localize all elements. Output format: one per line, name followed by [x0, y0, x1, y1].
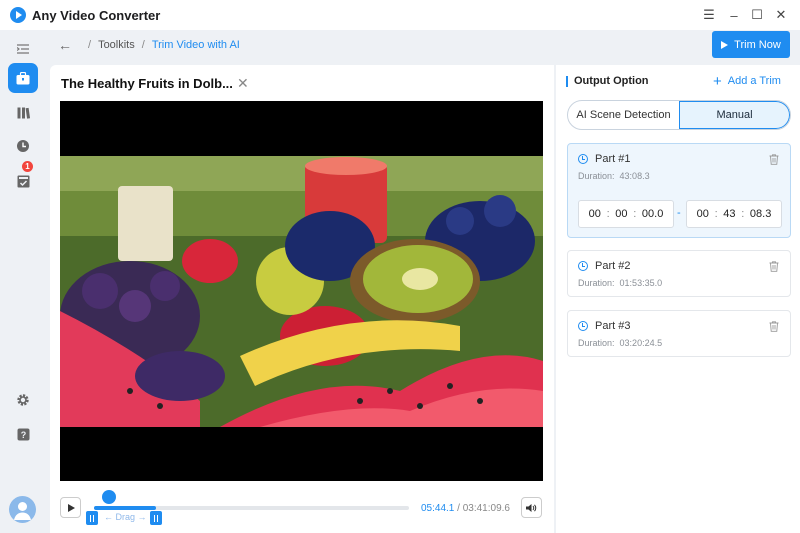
breadcrumb-current: Trim Video with AI	[151, 39, 240, 51]
toolkit-icon[interactable]	[8, 63, 38, 93]
trim-now-button[interactable]: Trim Now	[712, 31, 790, 58]
play-icon	[721, 40, 729, 49]
ai-scene-detection-tab[interactable]: AI Scene Detection	[568, 101, 679, 129]
time-separator: /	[454, 503, 463, 514]
add-trim-button[interactable]: + Add a Trim	[713, 72, 781, 90]
part-duration: Duration: 01:53:35.0	[578, 278, 663, 288]
app-logo-icon	[10, 7, 26, 23]
timeline-selection	[94, 506, 156, 510]
current-time: 05:44.1	[421, 503, 455, 514]
end-time-input[interactable]: 00:43:08.3	[686, 200, 782, 228]
trim-end-handle[interactable]	[149, 511, 162, 525]
play-icon	[68, 503, 75, 512]
trim-start-handle[interactable]	[86, 511, 98, 525]
play-button[interactable]	[60, 497, 81, 518]
tasks-icon[interactable]	[8, 166, 38, 196]
trim-part[interactable]: Part #1 Duration: 43:08.3 00:00:00.0 - 0…	[567, 143, 791, 238]
video-title: The Healthy Fruits in Dolb...	[61, 76, 233, 91]
library-icon[interactable]	[8, 98, 38, 128]
breadcrumb-toolkits[interactable]: Toolkits	[98, 39, 135, 51]
trash-icon[interactable]	[769, 321, 779, 332]
trim-part[interactable]: Part #3 Duration: 03:20:24.5	[567, 310, 791, 357]
minimize-button[interactable]: –	[723, 5, 745, 25]
collapse-sidebar-icon[interactable]	[8, 34, 38, 64]
part-duration: Duration: 03:20:24.5	[578, 338, 663, 348]
part-duration: Duration: 43:08.3	[578, 171, 650, 181]
part-name: Part #3	[595, 320, 631, 332]
clock-icon	[578, 154, 588, 164]
volume-button[interactable]	[521, 497, 542, 518]
drag-hint: ← Drag →	[104, 512, 147, 522]
title-bar: Any Video Converter ☰ – ☐ ✕	[0, 0, 800, 30]
fruit-video-frame	[60, 101, 543, 481]
history-icon[interactable]	[8, 131, 38, 161]
sidebar: 1 ?	[0, 30, 46, 533]
playhead-knob[interactable]	[101, 490, 116, 504]
close-video-icon[interactable]: ✕	[237, 75, 249, 92]
range-separator: -	[677, 207, 681, 219]
breadcrumb: ← / Toolkits / Trim Video with AI	[58, 38, 240, 52]
close-window-button[interactable]: ✕	[770, 5, 792, 25]
time-range: 00:00:00.0 - 00:43:08.3	[578, 200, 783, 228]
trim-now-label: Trim Now	[734, 38, 781, 51]
plus-icon: +	[713, 72, 722, 90]
output-title: Output Option	[566, 76, 649, 87]
video-panel: The Healthy Fruits in Dolb... ✕ ← Drag →…	[50, 65, 554, 533]
breadcrumb-separator: /	[141, 39, 145, 51]
trash-icon[interactable]	[769, 154, 779, 165]
part-name: Part #2	[595, 260, 631, 272]
back-arrow-icon[interactable]: ←	[58, 38, 72, 52]
help-icon[interactable]: ?	[8, 419, 38, 449]
breadcrumb-separator: /	[88, 39, 92, 51]
mode-toggle: AI Scene Detection Manual	[567, 100, 791, 130]
menu-icon[interactable]: ☰	[698, 5, 720, 25]
output-panel: Output Option + Add a Trim AI Scene Dete…	[556, 65, 800, 533]
total-time: 03:41:09.6	[462, 503, 510, 514]
speaker-icon	[526, 503, 537, 512]
part-name: Part #1	[595, 153, 631, 165]
svg-text:?: ?	[20, 430, 26, 440]
add-trim-label: Add a Trim	[727, 75, 781, 87]
manual-tab[interactable]: Manual	[678, 101, 790, 129]
settings-icon[interactable]	[8, 385, 38, 415]
timeline-track[interactable]	[94, 506, 409, 510]
user-avatar[interactable]	[9, 496, 36, 523]
start-time-input[interactable]: 00:00:00.0	[578, 200, 674, 228]
clock-icon	[578, 261, 588, 271]
app-title: Any Video Converter	[32, 8, 161, 23]
video-preview[interactable]	[60, 101, 543, 481]
maximize-button[interactable]: ☐	[746, 5, 768, 25]
trash-icon[interactable]	[769, 261, 779, 272]
time-readout: 05:44.1 / 03:41:09.6	[421, 503, 510, 514]
trim-part[interactable]: Part #2 Duration: 01:53:35.0	[567, 250, 791, 297]
clock-icon	[578, 321, 588, 331]
